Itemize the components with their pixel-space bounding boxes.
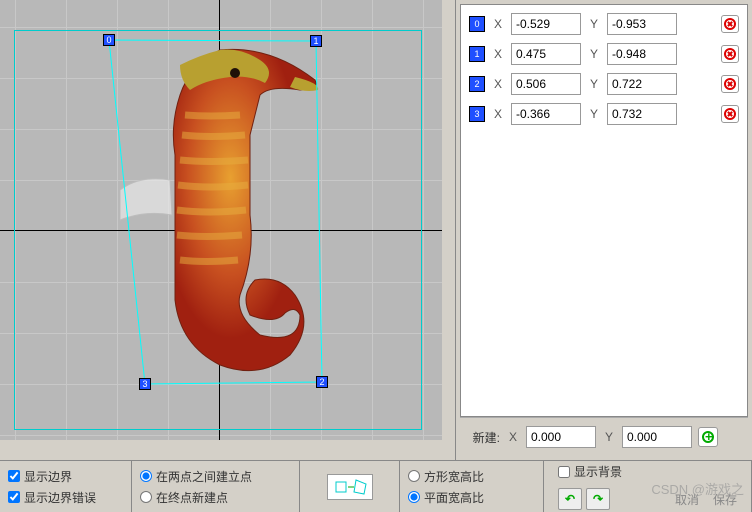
point-list: 0 X Y 1 X Y 2 X Y xyxy=(460,4,748,417)
point-x-input[interactable] xyxy=(511,73,581,95)
canvas[interactable]: 0 1 2 3 xyxy=(0,0,442,440)
point-x-input[interactable] xyxy=(511,103,581,125)
undo-button[interactable]: ↶ xyxy=(558,488,582,510)
point-x-input[interactable] xyxy=(511,43,581,65)
y-label: Y xyxy=(587,17,601,31)
y-label: Y xyxy=(587,47,601,61)
square-aspect-radio[interactable] xyxy=(408,470,420,482)
new-label: 新建: xyxy=(464,429,500,446)
point-handle-1[interactable]: 1 xyxy=(310,35,322,47)
point-row: 0 X Y xyxy=(469,13,739,35)
save-button[interactable]: 保存 xyxy=(713,491,737,508)
point-row: 3 X Y xyxy=(469,103,739,125)
action-section: 显示背景 ↶ ↷ 取消 保存 xyxy=(544,461,752,512)
y-label: Y xyxy=(587,107,601,121)
delete-icon xyxy=(724,108,736,120)
show-boundary-label: 显示边界 xyxy=(24,468,72,485)
point-row: 2 X Y xyxy=(469,73,739,95)
create-between-radio[interactable] xyxy=(140,470,152,482)
display-options: 显示边界 显示边界错误 xyxy=(0,461,132,512)
point-handle-3[interactable]: 3 xyxy=(139,378,151,390)
cancel-button[interactable]: 取消 xyxy=(675,491,699,508)
x-label: X xyxy=(491,17,505,31)
x-label: X xyxy=(491,77,505,91)
delete-point-button[interactable] xyxy=(721,15,739,33)
new-point-row: 新建: X Y xyxy=(460,417,748,456)
add-point-button[interactable] xyxy=(698,427,718,447)
new-y-input[interactable] xyxy=(622,426,692,448)
show-background-checkbox[interactable] xyxy=(558,466,570,478)
undo-icon: ↶ xyxy=(565,492,575,506)
seahorse-image xyxy=(120,35,330,390)
point-x-input[interactable] xyxy=(511,13,581,35)
plane-aspect-radio[interactable] xyxy=(408,491,420,503)
delete-point-button[interactable] xyxy=(721,105,739,123)
point-handle-2[interactable]: 2 xyxy=(316,376,328,388)
point-y-input[interactable] xyxy=(607,73,677,95)
x-label: X xyxy=(491,47,505,61)
delete-point-button[interactable] xyxy=(721,75,739,93)
show-boundary-error-label: 显示边界错误 xyxy=(24,489,96,506)
new-x-input[interactable] xyxy=(526,426,596,448)
create-mode-options: 在两点之间建立点 在终点新建点 xyxy=(132,461,300,512)
x-label: X xyxy=(506,430,520,444)
plane-aspect-label: 平面宽高比 xyxy=(424,489,484,506)
y-label: Y xyxy=(602,430,616,444)
delete-point-button[interactable] xyxy=(721,45,739,63)
point-index-button[interactable]: 3 xyxy=(469,106,485,122)
show-boundary-error-checkbox[interactable] xyxy=(8,491,20,503)
aspect-options: 方形宽高比 平面宽高比 xyxy=(400,461,544,512)
show-boundary-checkbox[interactable] xyxy=(8,470,20,482)
y-label: Y xyxy=(587,77,601,91)
shape-tool-button[interactable] xyxy=(327,474,373,500)
shape-tool-section xyxy=(300,461,400,512)
shape-icon xyxy=(332,478,368,496)
show-background-label: 显示背景 xyxy=(574,463,622,480)
create-at-end-radio[interactable] xyxy=(140,491,152,503)
add-icon xyxy=(702,431,714,443)
redo-button[interactable]: ↷ xyxy=(586,488,610,510)
point-y-input[interactable] xyxy=(607,13,677,35)
point-index-button[interactable]: 1 xyxy=(469,46,485,62)
delete-icon xyxy=(724,78,736,90)
point-index-button[interactable]: 2 xyxy=(469,76,485,92)
point-y-input[interactable] xyxy=(607,43,677,65)
point-handle-0[interactable]: 0 xyxy=(103,34,115,46)
create-at-end-label: 在终点新建点 xyxy=(156,489,228,506)
canvas-area: 0 1 2 3 xyxy=(0,0,456,460)
square-aspect-label: 方形宽高比 xyxy=(424,468,484,485)
redo-icon: ↷ xyxy=(593,492,603,506)
point-index-button[interactable]: 0 xyxy=(469,16,485,32)
delete-icon xyxy=(724,48,736,60)
delete-icon xyxy=(724,18,736,30)
create-between-label: 在两点之间建立点 xyxy=(156,468,252,485)
right-panel: 0 X Y 1 X Y 2 X Y xyxy=(456,0,752,460)
bottom-bar: 显示边界 显示边界错误 在两点之间建立点 在终点新建点 方形宽高比 平面宽高比 … xyxy=(0,460,752,512)
point-y-input[interactable] xyxy=(607,103,677,125)
x-label: X xyxy=(491,107,505,121)
point-row: 1 X Y xyxy=(469,43,739,65)
